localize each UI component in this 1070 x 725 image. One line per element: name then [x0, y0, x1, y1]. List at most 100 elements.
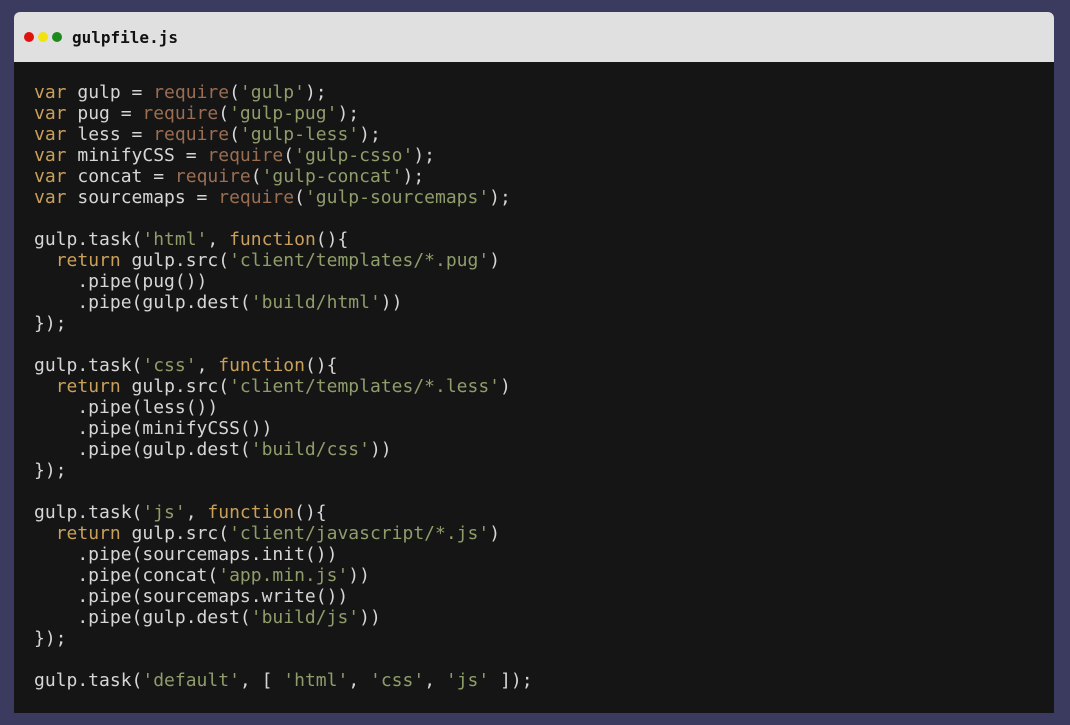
code-token: });	[34, 460, 67, 481]
code-token: minifyCSS =	[66, 145, 208, 166]
code-token: (){	[315, 229, 349, 250]
code-token: (	[250, 166, 262, 187]
code-token: ,	[207, 229, 230, 250]
code-token: , [	[239, 670, 284, 691]
code-token: (){	[304, 355, 338, 376]
code-token: require	[218, 187, 295, 208]
code-token: function	[218, 355, 305, 376]
code-token: 'html'	[142, 229, 208, 250]
code-token: 'css'	[142, 355, 197, 376]
code-token: );	[413, 145, 436, 166]
code-token: return	[55, 523, 121, 544]
code-token: (	[283, 145, 295, 166]
code-token: gulp.task(	[34, 355, 143, 376]
code-token: var	[34, 166, 67, 187]
code-token: )	[500, 376, 511, 397]
code-token: return	[55, 250, 121, 271]
code-token: ,	[185, 502, 208, 523]
code-token: );	[304, 82, 327, 103]
code-token: (	[218, 103, 230, 124]
code-token: 'build/js'	[250, 607, 360, 628]
code-line: .pipe(gulp.dest('build/html'))	[34, 292, 1054, 313]
close-window-button[interactable]	[24, 32, 34, 42]
code-line: });	[34, 460, 1054, 481]
code-token: .pipe(concat(	[34, 565, 219, 586]
code-token: .pipe(less())	[34, 397, 219, 418]
window-title: gulpfile.js	[72, 27, 178, 47]
code-token: );	[337, 103, 360, 124]
code-line: .pipe(sourcemaps.init())	[34, 544, 1054, 565]
code-token: 'gulp-csso'	[294, 145, 414, 166]
code-token: 'gulp-pug'	[229, 103, 338, 124]
code-line: .pipe(minifyCSS())	[34, 418, 1054, 439]
code-token: });	[34, 313, 67, 334]
code-token: require	[142, 103, 219, 124]
code-token: .pipe(gulp.dest(	[34, 292, 251, 313]
code-token: gulp.task(	[34, 502, 143, 523]
code-line: var pug = require('gulp-pug');	[34, 103, 1054, 124]
code-line: return gulp.src('client/templates/*.pug'…	[34, 250, 1054, 271]
code-line: return gulp.src('client/templates/*.less…	[34, 376, 1054, 397]
code-token: 'app.min.js'	[218, 565, 349, 586]
code-line: var gulp = require('gulp');	[34, 82, 1054, 103]
code-token: gulp =	[66, 82, 154, 103]
code-token: .pipe(sourcemaps.write())	[34, 586, 349, 607]
code-token: 'default'	[142, 670, 240, 691]
code-line: gulp.task('css', function(){	[34, 355, 1054, 376]
code-token: );	[359, 124, 381, 145]
code-token: ))	[380, 292, 403, 313]
code-token: .pipe(pug())	[34, 271, 208, 292]
code-token: return	[55, 376, 121, 397]
code-line: .pipe(gulp.dest('build/css'))	[34, 439, 1054, 460]
code-line: var minifyCSS = require('gulp-csso');	[34, 145, 1054, 166]
code-token: (	[229, 82, 240, 103]
code-token: gulp.src(	[120, 376, 230, 397]
code-token: sourcemaps =	[66, 187, 219, 208]
code-token: function	[229, 229, 316, 250]
code-token: )	[489, 250, 501, 271]
code-token: gulp.src(	[120, 523, 230, 544]
code-line: var less = require('gulp-less');	[34, 124, 1054, 145]
code-line: .pipe(less())	[34, 397, 1054, 418]
code-token: 'gulp'	[239, 82, 305, 103]
code-token: 'gulp-sourcemaps'	[304, 187, 490, 208]
code-token: concat =	[66, 166, 175, 187]
code-token: require	[174, 166, 251, 187]
code-token: .pipe(sourcemaps.init())	[34, 544, 338, 565]
code-line: .pipe(pug())	[34, 271, 1054, 292]
code-token: 'build/html'	[250, 292, 381, 313]
code-token: function	[207, 502, 295, 523]
code-line: .pipe(concat('app.min.js'))	[34, 565, 1054, 586]
code-line: return gulp.src('client/javascript/*.js'…	[34, 523, 1054, 544]
code-line: .pipe(gulp.dest('build/js'))	[34, 607, 1054, 628]
code-line: });	[34, 628, 1054, 649]
code-line: gulp.task('html', function(){	[34, 229, 1054, 250]
title-bar: gulpfile.js	[14, 12, 1054, 62]
code-token: var	[34, 103, 67, 124]
code-token: (	[229, 124, 240, 145]
code-line: gulp.task('default', [ 'html', 'css', 'j…	[34, 670, 1054, 691]
minimize-window-button[interactable]	[38, 32, 48, 42]
code-token: );	[402, 166, 425, 187]
code-token: require	[153, 124, 230, 145]
code-token: 'build/css'	[250, 439, 370, 460]
maximize-window-button[interactable]	[52, 32, 62, 42]
code-token: ]);	[489, 670, 533, 691]
code-line: gulp.task('js', function(){	[34, 502, 1054, 523]
code-token: gulp.src(	[120, 250, 230, 271]
code-token: (){	[294, 502, 327, 523]
code-token: ,	[424, 670, 446, 691]
code-token: ))	[369, 439, 392, 460]
code-editor[interactable]: var gulp = require('gulp'); var pug = req…	[14, 62, 1054, 691]
code-token: 'client/javascript/*.js'	[229, 523, 490, 544]
code-token: 'gulp-concat'	[261, 166, 403, 187]
code-line: var sourcemaps = require('gulp-sourcemap…	[34, 187, 1054, 208]
code-line: var concat = require('gulp-concat');	[34, 166, 1054, 187]
code-token: ))	[359, 607, 381, 628]
code-token: var	[34, 124, 67, 145]
code-token: pug =	[66, 103, 143, 124]
